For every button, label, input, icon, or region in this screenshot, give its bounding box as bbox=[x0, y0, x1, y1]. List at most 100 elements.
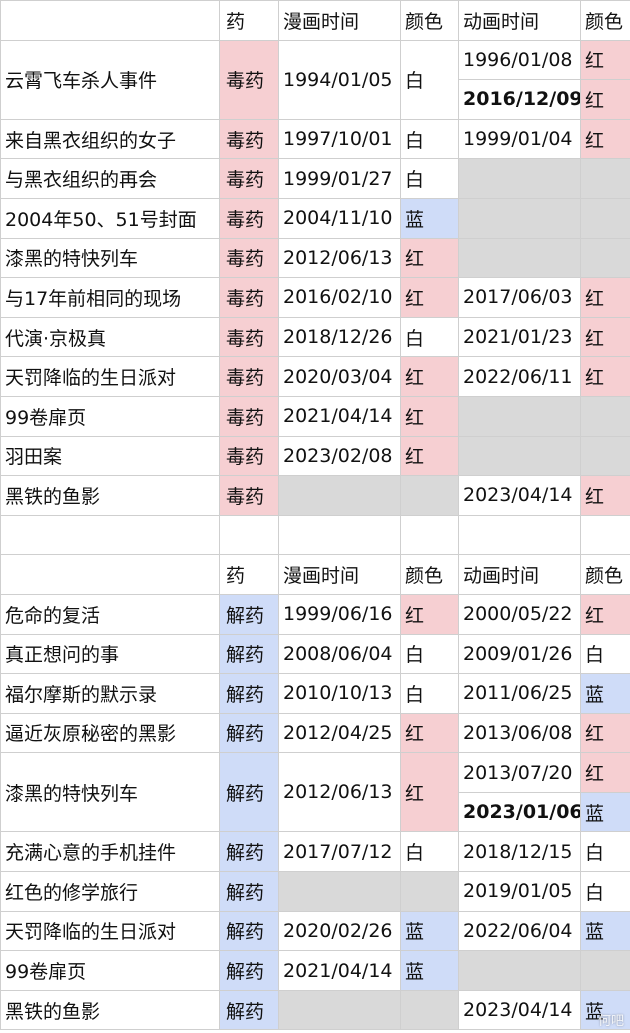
title-cell: 漆黑的特快列车 bbox=[0, 237, 220, 279]
manga-color-cell: 蓝 bbox=[400, 910, 459, 952]
manga-date-cell: 1999/06/16 bbox=[278, 593, 401, 635]
header-color: 颜色 bbox=[400, 0, 459, 41]
manga-color-cell: 白 bbox=[400, 673, 459, 714]
manga-color-cell: 白 bbox=[400, 118, 459, 160]
drug-cell: 解药 bbox=[219, 950, 279, 991]
manga-date-cell: 1997/10/01 bbox=[278, 118, 401, 160]
manga-color-cell: 红 bbox=[400, 435, 459, 477]
drug-cell: 毒药 bbox=[219, 277, 279, 318]
drug-cell: 解药 bbox=[219, 831, 279, 873]
manga-color-cell: 白 bbox=[400, 316, 459, 358]
anime-color-cell: 红 bbox=[580, 475, 630, 516]
blank-row bbox=[0, 514, 630, 556]
anime-color-cell: 红 bbox=[580, 118, 630, 160]
manga-date-cell: 2018/12/26 bbox=[278, 316, 401, 358]
anime-color-cell: 红 bbox=[580, 593, 630, 635]
drug-cell: 毒药 bbox=[219, 395, 279, 437]
title-cell: 与17年前相同的现场 bbox=[0, 277, 220, 318]
manga-color-cell: 红 bbox=[400, 395, 459, 437]
manga-color-cell: 白 bbox=[400, 39, 459, 120]
title-cell: 福尔摩斯的默示录 bbox=[0, 673, 220, 714]
anime-date-cell: 2011/06/25 bbox=[458, 673, 581, 714]
manga-date-cell: 1999/01/27 bbox=[278, 158, 401, 199]
anime-color-cell-empty bbox=[580, 395, 630, 437]
anime-color-cell-empty bbox=[580, 237, 630, 279]
anime-color-cell: 红 bbox=[580, 39, 630, 81]
drug-cell: 解药 bbox=[219, 673, 279, 714]
title-cell: 与黑衣组织的再会 bbox=[0, 158, 220, 199]
anime-color-cell-empty bbox=[580, 435, 630, 477]
anime-color-cell: 红 bbox=[580, 356, 630, 397]
manga-color-cell: 白 bbox=[400, 158, 459, 199]
table-row: 99卷扉页 毒药 2021/04/14 红 bbox=[0, 395, 630, 437]
table-row: 黑铁的鱼影 解药 2023/04/14 蓝 bbox=[0, 989, 630, 1031]
manga-color-cell-empty bbox=[400, 475, 459, 516]
title-cell: 羽田案 bbox=[0, 435, 220, 477]
anime-color-cell-empty bbox=[580, 158, 630, 199]
table-row: 云霄飞车杀人事件 毒药 1994/01/05 白 1996/01/08 红 bbox=[0, 39, 630, 120]
header-manga-date: 漫画时间 bbox=[278, 0, 401, 41]
anime-color-cell: 蓝 bbox=[580, 791, 630, 833]
manga-date-cell: 2008/06/04 bbox=[278, 633, 401, 675]
title-cell: 真正想问的事 bbox=[0, 633, 220, 675]
table-row: 漆黑的特快列车 毒药 2012/06/13 红 bbox=[0, 237, 630, 279]
title-cell: 代演·京极真 bbox=[0, 316, 220, 358]
anime-date-cell-empty bbox=[458, 950, 581, 991]
title-cell: 来自黑衣组织的女子 bbox=[0, 118, 220, 160]
anime-date-cell: 2009/01/26 bbox=[458, 633, 581, 675]
anime-date-cell: 2017/06/03 bbox=[458, 277, 581, 318]
title-cell: 99卷扉页 bbox=[0, 395, 220, 437]
anime-color-cell: 蓝 bbox=[580, 910, 630, 952]
watermark: 何吧 bbox=[597, 1014, 624, 1029]
manga-date-cell: 2020/03/04 bbox=[278, 356, 401, 397]
header-manga-date: 漫画时间 bbox=[278, 554, 401, 595]
manga-color-cell: 红 bbox=[400, 237, 459, 279]
anime-date-cell: 2023/04/14 bbox=[458, 989, 581, 1031]
title-cell: 黑铁的鱼影 bbox=[0, 989, 220, 1031]
anime-color-cell: 蓝 bbox=[580, 673, 630, 714]
manga-date-cell: 2012/06/13 bbox=[278, 237, 401, 279]
drug-cell: 解药 bbox=[219, 752, 279, 833]
header-title-cell bbox=[0, 0, 220, 41]
manga-color-cell: 白 bbox=[400, 831, 459, 873]
drug-cell: 毒药 bbox=[219, 356, 279, 397]
drug-cell: 解药 bbox=[219, 871, 279, 912]
table-row: 逼近灰原秘密的黑影 解药 2012/04/25 红 2013/06/08 红 bbox=[0, 712, 630, 754]
drug-cell: 毒药 bbox=[219, 237, 279, 279]
manga-date-cell: 2016/02/10 bbox=[278, 277, 401, 318]
anime-date-cell-empty bbox=[458, 395, 581, 437]
table-row: 代演·京极真 毒药 2018/12/26 白 2021/01/23 红 bbox=[0, 316, 630, 358]
manga-date-cell: 2020/02/26 bbox=[278, 910, 401, 952]
header-color: 颜色 bbox=[580, 554, 630, 595]
drug-cell: 解药 bbox=[219, 712, 279, 754]
anime-color-cell: 红 bbox=[580, 752, 630, 793]
manga-date-cell: 2021/04/14 bbox=[278, 950, 401, 991]
title-cell: 逼近灰原秘密的黑影 bbox=[0, 712, 220, 754]
drug-cell: 解药 bbox=[219, 989, 279, 1031]
title-cell: 99卷扉页 bbox=[0, 950, 220, 991]
drug-cell: 毒药 bbox=[219, 197, 279, 239]
table-row: 黑铁的鱼影 毒药 2023/04/14 红 bbox=[0, 475, 630, 516]
header-anime-date: 动画时间 bbox=[458, 0, 581, 41]
anime-date-cell-empty bbox=[458, 237, 581, 279]
anime-date-cell-empty bbox=[458, 158, 581, 199]
header-row: 药 漫画时间 颜色 动画时间 颜色 bbox=[0, 554, 630, 595]
table-row: 天罚降临的生日派对 毒药 2020/03/04 红 2022/06/11 红 bbox=[0, 356, 630, 397]
manga-color-cell: 白 bbox=[400, 633, 459, 675]
title-cell: 天罚降临的生日派对 bbox=[0, 356, 220, 397]
drug-cell: 毒药 bbox=[219, 475, 279, 516]
anime-date-cell: 2013/06/08 bbox=[458, 712, 581, 754]
manga-date-cell-empty bbox=[278, 475, 401, 516]
drug-cell: 毒药 bbox=[219, 39, 279, 120]
drug-cell: 毒药 bbox=[219, 118, 279, 160]
anime-date-cell: 2021/01/23 bbox=[458, 316, 581, 358]
manga-date-cell: 2017/07/12 bbox=[278, 831, 401, 873]
anime-date-cell: 2000/05/22 bbox=[458, 593, 581, 635]
anime-date-cell: 2019/01/05 bbox=[458, 871, 581, 912]
header-row: 药 漫画时间 颜色 动画时间 颜色 bbox=[0, 0, 630, 41]
anime-date-cell: 2022/06/04 bbox=[458, 910, 581, 952]
manga-color-cell: 蓝 bbox=[400, 950, 459, 991]
manga-date-cell: 2021/04/14 bbox=[278, 395, 401, 437]
manga-date-cell: 2023/02/08 bbox=[278, 435, 401, 477]
header-title-cell bbox=[0, 554, 220, 595]
